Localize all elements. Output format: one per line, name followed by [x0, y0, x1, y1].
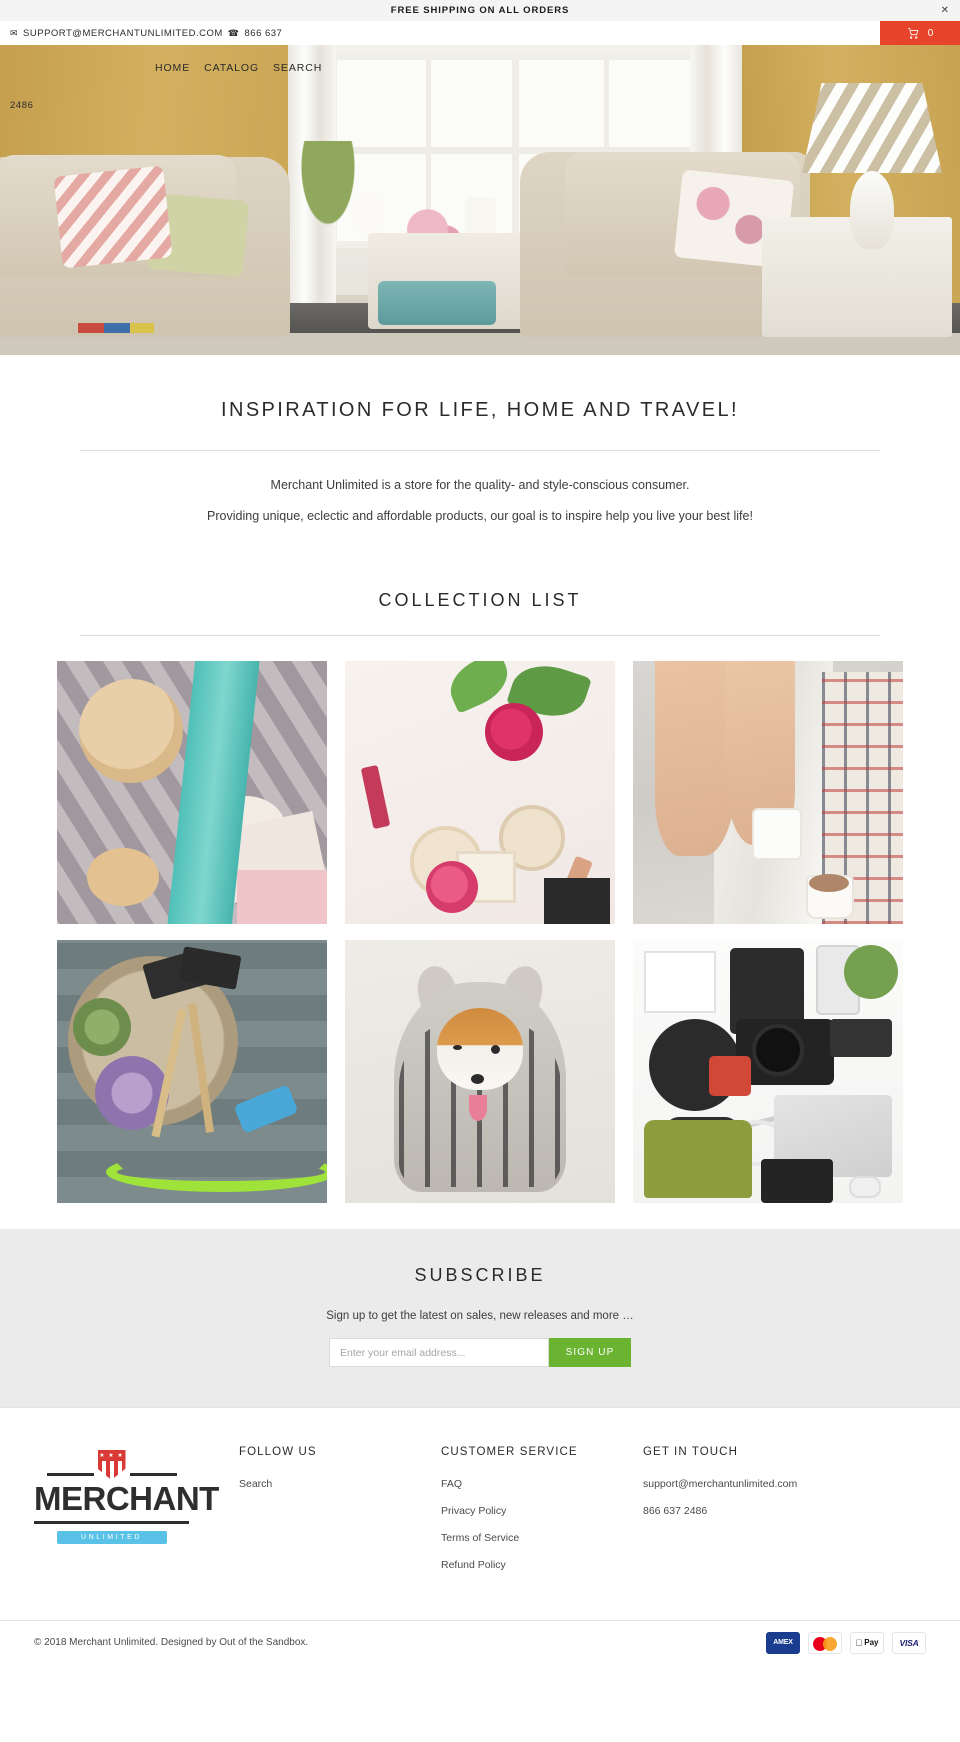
main-navigation: HOME CATALOG SEARCH: [0, 45, 960, 91]
shopping-cart-icon: [907, 27, 919, 39]
subscribe-heading: SUBSCRIBE: [414, 1265, 546, 1285]
footer-link-search[interactable]: Search: [239, 1478, 441, 1490]
footer-column-follow-us: FOLLOW US Search: [239, 1446, 441, 1586]
announcement-bar: FREE SHIPPING ON ALL ORDERS ✕: [0, 0, 960, 21]
nav-item-search[interactable]: SEARCH: [273, 62, 322, 74]
collection-list-heading: COLLECTION LIST: [378, 590, 582, 610]
signup-button[interactable]: SIGN UP: [549, 1338, 631, 1367]
contact-info: ✉ SUPPORT@MERCHANTUNLIMITED.COM ☎ 866 63…: [0, 28, 282, 39]
subscribe-form: SIGN UP: [0, 1338, 960, 1367]
logo-bar-right: [129, 1473, 177, 1476]
footer-column-get-in-touch: GET IN TOUCH support@merchantunlimited.c…: [643, 1446, 893, 1586]
hero-image-living-room: [0, 45, 960, 355]
intro-paragraph-2: Providing unique, eclectic and affordabl…: [207, 509, 753, 523]
announcement-text: FREE SHIPPING ON ALL ORDERS: [390, 5, 570, 16]
utility-bar: ✉ SUPPORT@MERCHANTUNLIMITED.COM ☎ 866 63…: [0, 21, 960, 45]
footer-link-terms-of-service[interactable]: Terms of Service: [441, 1532, 643, 1544]
footer-column-title: GET IN TOUCH: [643, 1446, 738, 1458]
site-footer: ★ ★ ★ MERCHANT UNLIMITED FOLLOW US Searc…: [0, 1407, 960, 1664]
nav-item-home[interactable]: HOME: [155, 62, 190, 74]
amex-icon: AMEX: [766, 1631, 800, 1654]
footer-column-title: FOLLOW US: [239, 1446, 317, 1458]
hero-banner: 2486 HOME CATALOG SEARCH: [0, 45, 960, 355]
intro-heading: INSPIRATION FOR LIFE, HOME AND TRAVEL!: [221, 399, 739, 421]
divider: [80, 450, 880, 451]
logo-bar-left: [46, 1473, 94, 1476]
cart-count: 0: [927, 27, 934, 39]
mastercard-icon: [808, 1631, 842, 1654]
contact-email[interactable]: SUPPORT@MERCHANTUNLIMITED.COM: [23, 28, 223, 39]
merchant-unlimited-logo[interactable]: ★ ★ ★ MERCHANT UNLIMITED: [34, 1450, 219, 1544]
apple-pay-icon: Pay: [850, 1631, 884, 1654]
telephone-icon: ☎: [227, 27, 240, 38]
phone-number-overflow: 2486: [10, 100, 34, 111]
payment-methods: AMEX Pay VISA: [766, 1631, 926, 1654]
logo-wordmark: MERCHANT: [34, 1480, 219, 1517]
collection-grid: [0, 636, 960, 1203]
envelope-icon: ✉: [10, 27, 19, 38]
intro-section: INSPIRATION FOR LIFE, HOME AND TRAVEL! M…: [0, 355, 960, 546]
footer-logo-column: ★ ★ ★ MERCHANT UNLIMITED: [34, 1446, 239, 1586]
footer-column-title: CUSTOMER SERVICE: [441, 1446, 578, 1458]
footer-link-faq[interactable]: FAQ: [441, 1478, 643, 1490]
collection-tile-corgi-in-pet-bed[interactable]: [345, 940, 615, 1203]
logo-rule: [34, 1521, 189, 1524]
footer-link-privacy-policy[interactable]: Privacy Policy: [441, 1505, 643, 1517]
footer-email-link[interactable]: support@merchantunlimited.com: [643, 1478, 893, 1490]
collection-tile-makeup-and-flowers-flatlay[interactable]: [345, 661, 615, 924]
cart-button[interactable]: 0: [880, 21, 960, 45]
close-icon[interactable]: ✕: [941, 5, 949, 16]
footer-phone-link[interactable]: 866 637 2486: [643, 1505, 893, 1517]
collection-tile-desk-tech-flatlay[interactable]: [633, 940, 903, 1203]
subscribe-tagline: Sign up to get the latest on sales, new …: [326, 1310, 634, 1322]
email-input[interactable]: [329, 1338, 549, 1367]
collection-tile-jewelry-and-knitwear-flatlay[interactable]: [57, 661, 327, 924]
collection-tile-succulents-and-garden-tools[interactable]: [57, 940, 327, 1203]
footer-bottom-bar: © 2018 Merchant Unlimited. Designed by O…: [0, 1620, 960, 1664]
contact-phone[interactable]: 866 637: [245, 28, 283, 39]
collection-tile-coffee-in-bed-lifestyle[interactable]: [633, 661, 903, 924]
logo-stars: ★ ★ ★: [99, 1453, 124, 1459]
subscribe-section: SUBSCRIBE Sign up to get the latest on s…: [0, 1229, 960, 1407]
intro-paragraph-1: Merchant Unlimited is a store for the qu…: [270, 478, 690, 492]
nav-item-catalog[interactable]: CATALOG: [204, 62, 259, 74]
footer-column-customer-service: CUSTOMER SERVICE FAQ Privacy Policy Term…: [441, 1446, 643, 1586]
visa-icon: VISA: [892, 1631, 926, 1654]
shield-icon: ★ ★ ★: [97, 1450, 126, 1480]
copyright-text: © 2018 Merchant Unlimited. Designed by O…: [34, 1637, 309, 1648]
footer-link-refund-policy[interactable]: Refund Policy: [441, 1559, 643, 1571]
logo-subtitle: UNLIMITED: [56, 1531, 167, 1544]
collection-list-section: COLLECTION LIST: [0, 546, 960, 1203]
